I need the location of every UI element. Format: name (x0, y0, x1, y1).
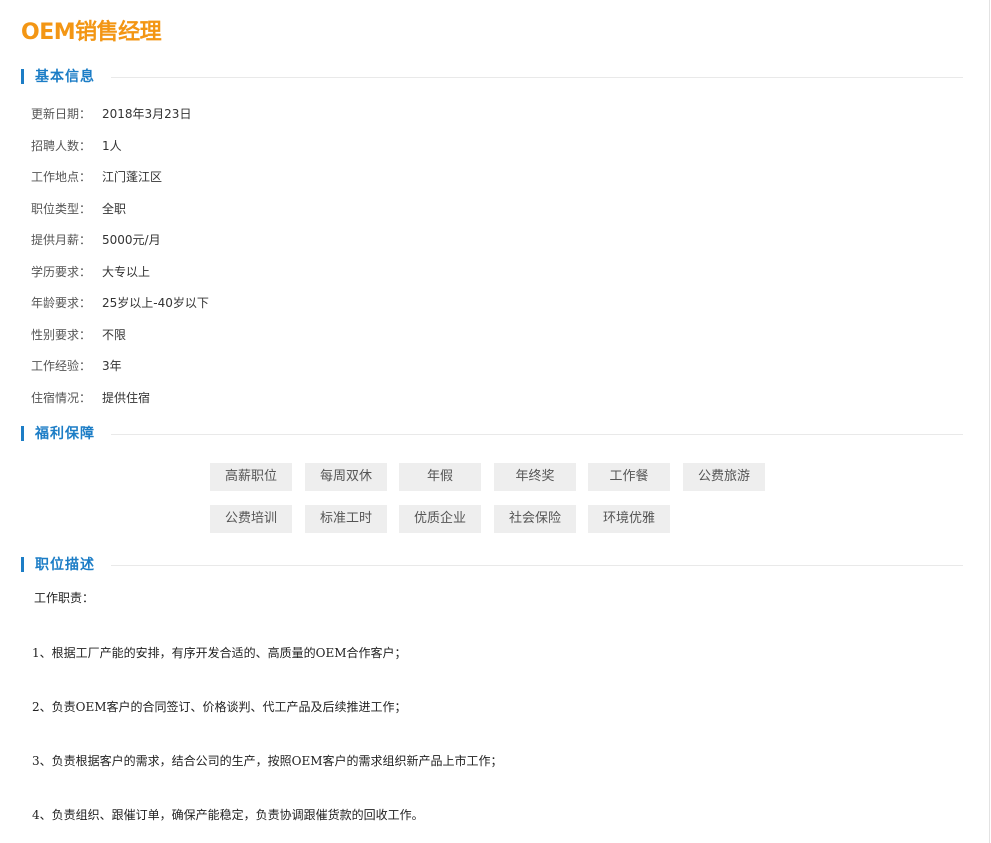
section-marker (21, 426, 24, 441)
info-row-salary: 提供月薪： 5000元/月 (31, 230, 209, 262)
info-key: 工作地点： (31, 170, 92, 184)
section-divider (111, 77, 963, 78)
info-row-job-type: 职位类型： 全职 (31, 199, 209, 231)
section-title: 福利保障 (35, 425, 105, 443)
benefit-tag: 环境优雅 (588, 505, 670, 533)
info-key: 住宿情况： (31, 390, 92, 405)
info-key: 性别要求： (31, 327, 92, 342)
info-value: 全职 (102, 201, 127, 216)
info-row-age: 年龄要求： 25岁以上-40岁以下 (31, 293, 209, 325)
benefit-tag: 标准工时 (305, 505, 387, 533)
info-row-education: 学历要求： 大专以上 (31, 262, 209, 294)
job-title: OEM销售经理 (21, 20, 162, 45)
duty-item: 1、根据工厂产能的安排，有序开发合适的、高质量的OEM合作客户； (32, 646, 407, 660)
info-value: 25岁以上-40岁以下 (102, 296, 209, 310)
info-row-gender: 性别要求： 不限 (31, 325, 209, 357)
section-title: 职位描述 (35, 556, 105, 574)
benefit-tag: 工作餐 (588, 463, 670, 491)
section-title: 基本信息 (35, 68, 105, 86)
info-value: 不限 (102, 327, 127, 342)
benefit-tag: 年假 (399, 463, 481, 491)
info-value: 3年 (102, 359, 122, 373)
basic-info-list: 更新日期： 2018年3月23日 招聘人数： 1人 工作地点： 江门蓬江区 职位类型：… (31, 104, 209, 419)
info-value: 提供住宿 (102, 390, 151, 405)
info-row-housing: 住宿情况： 提供住宿 (31, 388, 209, 420)
section-basic-info: 基本信息 (21, 68, 963, 88)
benefit-tag: 社会保险 (494, 505, 576, 533)
info-value: 大专以上 (102, 264, 151, 279)
benefit-tag: 公费培训 (210, 505, 292, 533)
info-value: 2018年3月23日 (102, 107, 192, 121)
duty-item: 4、负责组织、跟催订单，确保产能稳定，负责协调跟催货款的回收工作。 (32, 808, 424, 822)
section-marker (21, 69, 24, 84)
duty-item: 2、负责OEM客户的合同签订、价格谈判、代工产品及后续推进工作； (32, 700, 407, 714)
section-divider (111, 565, 963, 566)
info-key: 职位类型： (31, 201, 92, 216)
info-row-headcount: 招聘人数： 1人 (31, 136, 209, 168)
info-key: 学历要求： (31, 264, 92, 279)
benefit-tag: 每周双休 (305, 463, 387, 491)
benefit-tag: 高薪职位 (210, 463, 292, 491)
info-key: 工作经验： (31, 359, 92, 373)
info-value: 1人 (102, 138, 122, 153)
info-key: 更新日期： (31, 107, 92, 121)
benefit-tag: 公费旅游 (683, 463, 765, 491)
benefit-tag: 年终奖 (494, 463, 576, 491)
info-key: 招聘人数： (31, 138, 92, 153)
page-right-border (989, 0, 990, 843)
section-benefits: 福利保障 (21, 425, 963, 445)
section-divider (111, 434, 963, 435)
section-job-description: 职位描述 (21, 556, 963, 576)
info-row-update-date: 更新日期： 2018年3月23日 (31, 104, 209, 136)
description-heading: 工作职责： (34, 591, 95, 605)
section-marker (21, 557, 24, 572)
info-key: 年龄要求： (31, 296, 92, 310)
benefit-tag: 优质企业 (399, 505, 481, 533)
info-value: 5000元/月 (102, 233, 161, 247)
info-row-location: 工作地点： 江门蓬江区 (31, 167, 209, 199)
info-value: 江门蓬江区 (102, 170, 163, 184)
info-key: 提供月薪： (31, 233, 92, 247)
info-row-experience: 工作经验： 3年 (31, 356, 209, 388)
duty-item: 3、负责根据客户的需求，结合公司的生产，按照OEM客户的需求组织新产品上市工作； (32, 754, 503, 768)
